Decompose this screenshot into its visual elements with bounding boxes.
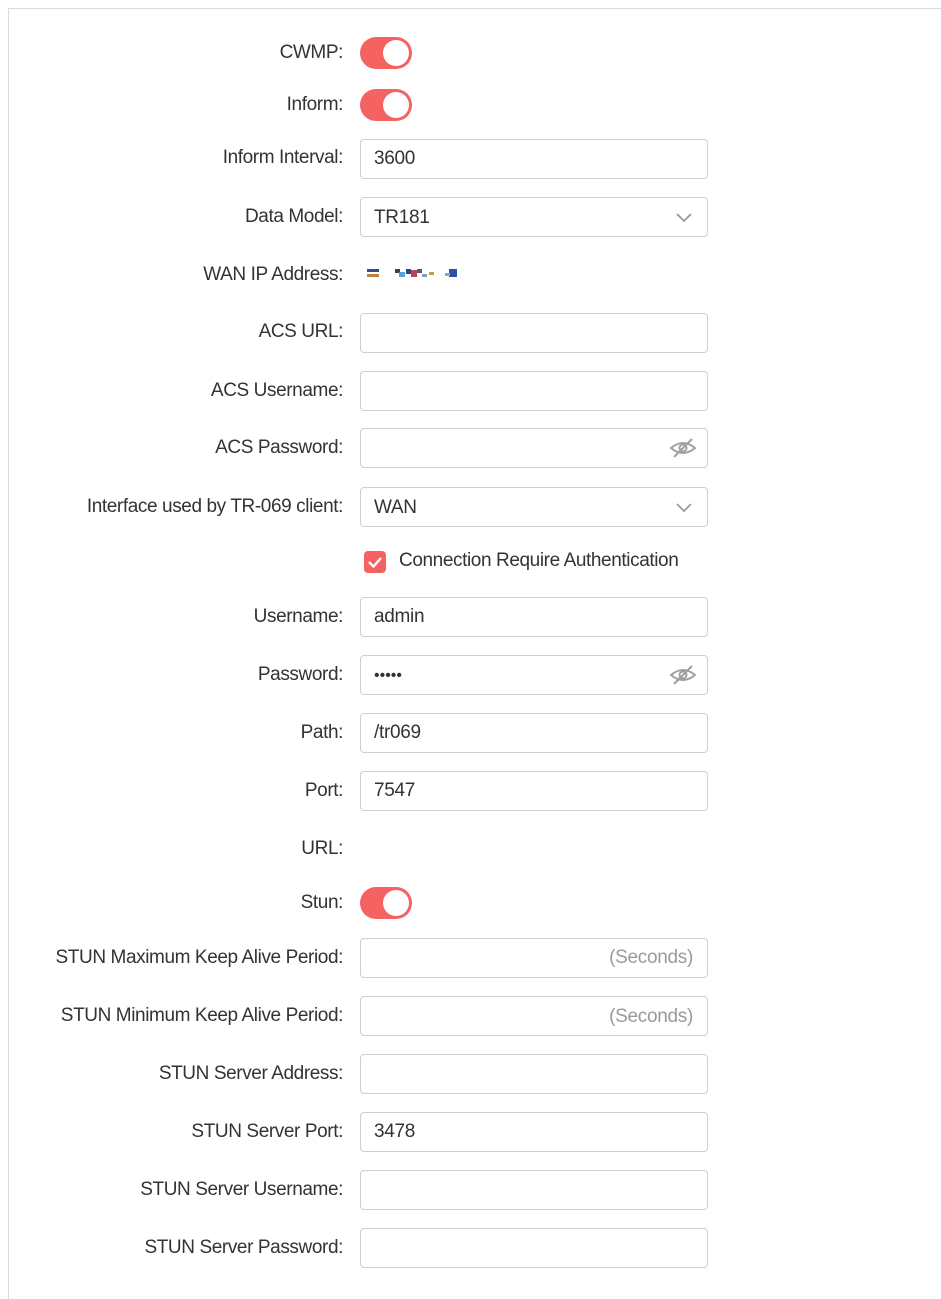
stun-min-unit: (Seconds) [609, 1006, 693, 1027]
wan-ip-value-redacted [367, 269, 457, 277]
port-input[interactable] [360, 771, 708, 811]
chevron-down-icon [676, 503, 692, 513]
stun-max-label: STUN Maximum Keep Alive Period: [55, 947, 344, 968]
inform-interval-input[interactable] [360, 139, 708, 179]
acs-password-label: ACS Password: [215, 437, 343, 458]
toggle-knob [383, 890, 409, 916]
chevron-down-icon [676, 213, 692, 223]
path-label: Path: [300, 722, 344, 743]
stun-server-password-label: STUN Server Password: [144, 1237, 343, 1258]
stun-server-username-label: STUN Server Username: [140, 1179, 343, 1200]
cwmp-label: CWMP: [279, 42, 344, 63]
acs-password-input[interactable] [360, 428, 708, 468]
interface-select[interactable]: WAN [360, 487, 708, 527]
data-model-label: Data Model: [244, 206, 343, 227]
acs-username-input[interactable] [360, 371, 708, 411]
data-model-value: TR181 [374, 207, 430, 228]
password-label: Password: [257, 664, 344, 685]
inform-label: Inform: [286, 94, 344, 115]
interface-label: Interface used by TR-069 client: [86, 496, 344, 517]
checkmark-icon [368, 557, 382, 569]
stun-max-unit: (Seconds) [609, 947, 693, 968]
inform-toggle[interactable] [360, 89, 412, 121]
username-input[interactable] [360, 597, 708, 637]
path-input[interactable] [360, 713, 708, 753]
stun-toggle[interactable] [360, 887, 412, 919]
port-label: Port: [304, 780, 344, 801]
acs-username-label: ACS Username: [210, 380, 343, 401]
inform-interval-label: Inform Interval: [222, 147, 344, 168]
wan-ip-label: WAN IP Address: [203, 264, 343, 285]
toggle-knob [383, 40, 409, 66]
toggle-knob [383, 92, 409, 118]
password-input[interactable]: ••••• [360, 655, 708, 695]
stun-server-password-input[interactable] [360, 1228, 708, 1268]
stun-server-address-label: STUN Server Address: [158, 1063, 344, 1084]
connection-auth-checkbox[interactable] [364, 551, 386, 573]
stun-server-username-input[interactable] [360, 1170, 708, 1210]
connection-auth-label[interactable]: Connection Require Authentication [399, 550, 679, 572]
cwmp-toggle[interactable] [360, 37, 412, 69]
acs-url-input[interactable] [360, 313, 708, 353]
url-label: URL: [301, 838, 343, 859]
stun-min-label: STUN Minimum Keep Alive Period: [60, 1005, 344, 1026]
interface-value: WAN [374, 497, 417, 518]
stun-server-port-label: STUN Server Port: [191, 1121, 343, 1142]
eye-slash-icon[interactable] [668, 663, 698, 687]
username-label: Username: [253, 606, 344, 627]
acs-url-label: ACS URL: [258, 321, 344, 342]
password-value: ••••• [374, 667, 403, 684]
stun-server-port-input[interactable] [360, 1112, 708, 1152]
stun-server-address-input[interactable] [360, 1054, 708, 1094]
stun-label: Stun: [300, 892, 344, 913]
eye-slash-icon[interactable] [668, 436, 698, 460]
data-model-select[interactable]: TR181 [360, 197, 708, 237]
